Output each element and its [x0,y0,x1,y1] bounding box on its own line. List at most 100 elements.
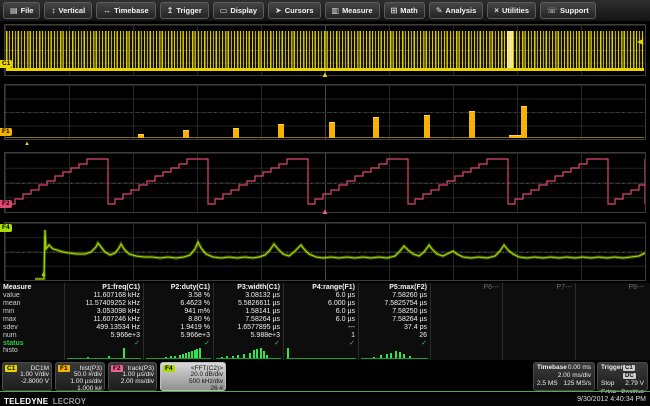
timebase-box[interactable]: Timebase 0.00 ms 2.00 ms/div 2.5 MS 125 … [533,362,595,391]
measure-row-label-status: status [0,340,64,347]
measure-header-p6[interactable]: P6--- [430,283,502,292]
measure-status-p6 [430,340,502,347]
trigger-box[interactable]: Trigger C1 DC Stop 2.79 V Edge Positive [597,362,648,391]
measure-cell-num-p8 [575,332,647,340]
grid-panel-f1[interactable] [4,84,646,140]
measure-histo-p5 [358,347,430,360]
menu-item-label: Analysis [445,6,476,15]
f1-histogram-bar [233,128,239,138]
f1-position-marker[interactable]: ▲ [24,140,30,148]
measure-cell-min-p1: 3.053098 kHz [64,308,143,316]
measure-cell-value-p2: 3.58 % [143,292,213,300]
f4-waveform [5,223,645,280]
trigger-time-marker[interactable]: ▲ [321,71,329,79]
menu-item-cursors[interactable]: ➤Cursors [268,2,320,19]
descriptor-f2[interactable]: F2 track(P3) 1.00 µs/div 2.00 ms/div [108,362,157,391]
histo-baseline [216,358,281,359]
channel-label-f1[interactable]: F1 [0,128,12,136]
measure-table-title: Measure [0,283,64,292]
histo-baseline [286,358,356,359]
measure-cell-sdev-p2: 1.9419 % [143,324,213,332]
descriptor-f4[interactable]: F4 <FFT(C2)> 20.0 dB/div 500 kHz/div 26 … [160,362,226,391]
histo-baseline [146,358,211,359]
c1-waveform [6,31,644,69]
histo-spark-bar [395,351,397,358]
grid-center-hline [5,112,645,113]
descriptor-c1[interactable]: C1 DC1M 1.00 V/div -2.8000 V [2,362,52,391]
trigger-icon: ↥ [167,6,174,15]
measure-cell-value-p8 [575,292,647,300]
menu-item-utilities[interactable]: ×Utilities [487,2,536,19]
measure-cell-sdev-p6 [430,324,502,332]
f4-position-marker[interactable]: ▲ [40,271,47,279]
histo-spark-bar [266,355,268,358]
cursors-icon: ➤ [275,6,282,15]
trigger-level-marker[interactable]: ◀ [637,38,643,46]
measure-table: MeasureP1:freq(C1)P2:duty(C1)P3:width(C1… [0,283,650,360]
measure-header-p7[interactable]: P7--- [502,283,575,292]
measure-cell-value-p1: 11.607168 kHz [64,292,143,300]
descriptor-f1[interactable]: F1 hist(P3) 50.0 #/div 1.00 µs/div 1.000… [55,362,105,391]
grid-panel-f2[interactable] [4,152,646,213]
f1-histogram-bar [469,111,475,138]
measure-cell-value-p4: 6.0 µs [283,292,358,300]
f2-position-marker[interactable]: ▲ [321,208,329,216]
histo-baseline [67,358,141,359]
timebase-label: Timebase [537,364,567,372]
measure-histo-p2 [143,347,213,360]
menu-item-label: Cursors [285,6,314,15]
menu-item-trigger[interactable]: ↥Trigger [160,2,209,19]
menu-item-vertical[interactable]: ↕Vertical [44,2,92,19]
menu-item-label: Utilities [502,6,529,15]
measure-header-p5[interactable]: P5:max(F2) [358,283,430,292]
measure-status-p5: ✓ [358,340,430,347]
timebase-rate: 125 MS/s [564,380,591,388]
measure-cell-max-p5: 7.58264 µs [358,316,430,324]
measure-cell-mean-p1: 11.57409252 kHz [64,300,143,308]
measure-cell-sdev-p5: 37.4 ps [358,324,430,332]
menu-item-file[interactable]: ▤File [3,2,40,19]
histo-spark-bar [226,356,228,358]
menu-item-math[interactable]: ⊞Math [384,2,425,19]
channel-label-c1[interactable]: C1 [0,60,12,68]
measure-cell-value-p7 [502,292,575,300]
menu-item-timebase[interactable]: ↔Timebase [96,2,155,19]
measure-cell-min-p2: 941 m% [143,308,213,316]
histo-spark-bar [256,349,258,358]
histo-spark-bar [232,356,234,358]
measure-cell-mean-p3: 5.5826611 µs [213,300,283,308]
trigger-label: Trigger [601,364,623,380]
measure-cell-num-p4: 1 [283,332,358,340]
measure-header-p4[interactable]: P4:range(F1) [283,283,358,292]
histo-spark-bar [194,350,196,358]
measure-cell-value-p5: 7.58260 µs [358,292,430,300]
descriptor-line: -2.8000 V [5,379,49,386]
measure-cell-num-p2: 5.966e+3 [143,332,213,340]
trigger-source-badge: C1 [623,365,635,371]
datetime: 9/30/2012 4:40:34 PM [577,396,646,403]
measure-cell-sdev-p4: --- [283,324,358,332]
trigger-mode: Stop [601,380,614,388]
channel-label-f2[interactable]: F2 [0,200,12,208]
measure-header-p3[interactable]: P3:width(C1) [213,283,283,292]
utilities-icon: × [494,6,499,15]
histo-spark-bar [386,354,388,358]
grid-panel-c1[interactable] [4,24,646,76]
menu-item-analysis[interactable]: ✎Analysis [429,2,484,19]
measure-histo-p1 [64,347,143,360]
measure-header-p1[interactable]: P1:freq(C1) [64,283,143,292]
menu-item-display[interactable]: ▭Display [213,2,264,19]
measure-header-p8[interactable]: P8--- [575,283,647,292]
channel-label-f4[interactable]: F4 [0,224,12,232]
c1-bright-pulse [507,31,513,71]
f1-baseline [6,137,644,138]
measure-header-p2[interactable]: P2:duty(C1) [143,283,213,292]
measure-cell-min-p7 [502,308,575,316]
measure-row-label-value: value [0,292,64,300]
histo-spark-bar [380,355,382,358]
menu-item-measure[interactable]: ▥Measure [325,2,380,19]
measure-cell-max-p8 [575,316,647,324]
histo-spark-bar [390,353,392,358]
grid-panel-f4[interactable] [4,222,646,281]
menu-item-support[interactable]: ☏Support [540,2,596,19]
